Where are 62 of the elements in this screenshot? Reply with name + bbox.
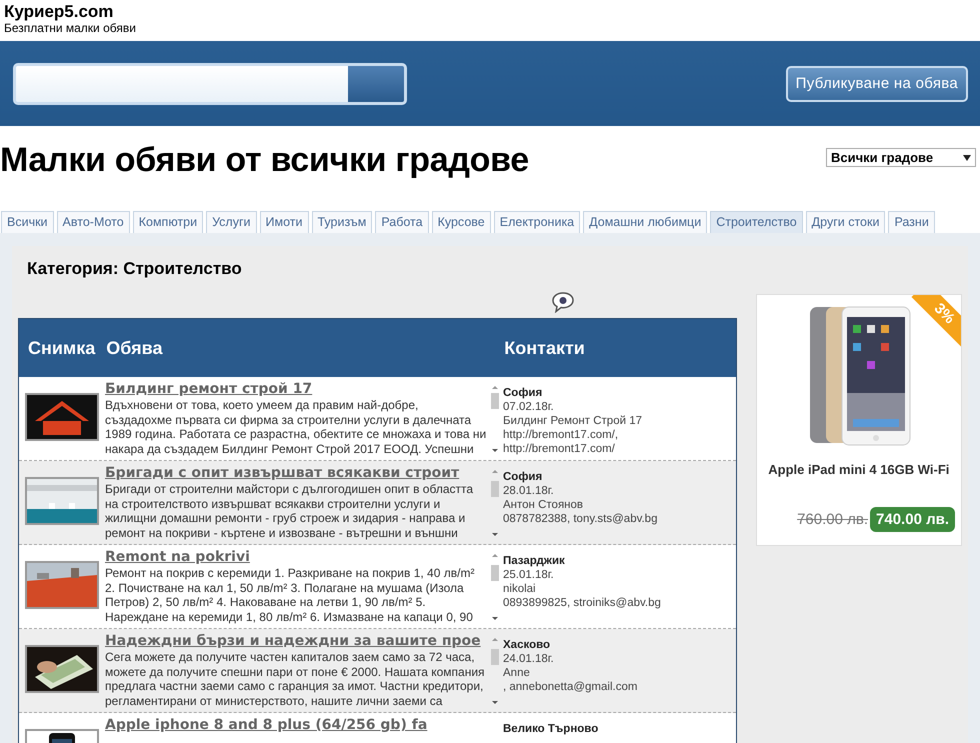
contact-text: 07.02.18г. [503, 400, 555, 414]
city-label: Велико Търново [503, 722, 598, 736]
ad-description: Ремонт на покрив с керемиди 1. Разкриване на покрив 1, 40 лв/m² 2. Почистване на кал 1, 50 лв/m² 3. Полагане на мушама (Изола Петров) 2, 50 лв/m² 4. Наковаване на летви 1, 90 лв/m² 5. Нареждане на керемиди 1, 80 лв/m² 6. Измазване на капаци 0, 90 [105, 566, 476, 624]
publish-button[interactable]: Публикуване на обява [786, 66, 968, 102]
ad-title-link[interactable]: Remont na pokrivi [105, 548, 487, 566]
ad-title-link[interactable]: Билдинг ремонт строй 17 [105, 380, 487, 398]
category-tab[interactable]: Компютри [132, 211, 204, 233]
price-badge: 740.00 лв. [870, 507, 955, 532]
column-header: Обява [106, 338, 164, 358]
category-tab[interactable]: Други стоки [806, 211, 886, 233]
scrollbar[interactable] [489, 635, 501, 707]
discount-ribbon: 3% [911, 295, 961, 347]
ad-title-link[interactable]: Apple iphone 8 and 8 plus (64/256 gb) fa [105, 716, 487, 734]
category-tab[interactable]: Електроника [494, 211, 580, 233]
category-tab[interactable]: Всички [1, 211, 54, 233]
contact-text: 25.01.18г. [503, 568, 555, 582]
ad-description: Вдъхновени от това, което умеем да правим най-добре, създадохме първата си фирма за строителни услуги в далечната 1989 година. Работата се разрастна, обектите се множаха и това ни накара да създадем Билдинг Ремонт Строй 2017 ЕООД. Успешни [105, 398, 487, 456]
caret-icon [963, 155, 971, 161]
old-price: 760.00 лв. [797, 511, 868, 528]
search-field[interactable] [13, 62, 407, 104]
site-tagline: Безплатни малки обяви [4, 22, 136, 35]
ad-description: Бригади от строителни майстори с дългогодишен опит в областта на строителството извършват всякакви строителни услуги и жилищни домашни ремонти - груб строеж и зидария - направа и ремонт на покриви - къртене и извозване - вътрешни и външни [105, 482, 474, 540]
contact-text: 0878782388, tony.sts@abv.bg [503, 512, 658, 526]
contact-text: Билдинг Ремонт Строй 17 [503, 414, 642, 428]
city-select[interactable]: Всички градове [826, 148, 976, 167]
ad-title-link[interactable]: Бригади с опит извършват всякакви строит [105, 464, 487, 482]
contact-text: Anne [503, 666, 531, 680]
search-button[interactable] [348, 66, 404, 102]
product-title: Apple iPad mini 4 16GB Wi-Fi [768, 462, 950, 477]
contact-text: 0893899825, stroiniks@abv.bg [503, 596, 661, 610]
site-logo[interactable]: Куриер5.com [4, 3, 114, 21]
city-label: Пазарджик [503, 554, 566, 568]
column-header: Контакти [504, 338, 585, 358]
scrollbar[interactable] [489, 551, 501, 623]
category-tab[interactable]: Имоти [260, 211, 308, 233]
contact-text: , annebonetta@gmail.com [503, 680, 638, 694]
contact-text: 28.01.18г. [503, 484, 555, 498]
city-label: София [503, 386, 544, 400]
ad-description: Сега можете да получите частен капиталов заем само за 72 часа, можете да получите спешни пари от поне € 2000. Нашата компания предлага частни заеми само с гаранция за имот. Частни кредитори, регламентирани от министерството, нашите лични заеми са [105, 650, 486, 708]
ad-title-link[interactable]: Надеждни бързи и надеждни за вашите прое [105, 632, 487, 650]
category-title: Категория: Строителство [27, 259, 243, 279]
category-tab[interactable]: Услуги [206, 211, 257, 233]
contact-text: http://bremont17.com/, [503, 428, 620, 442]
contact-text: Антон Стоянов [503, 498, 584, 512]
speech-bubble-icon[interactable] [550, 291, 575, 313]
category-tab[interactable]: Домашни любимци [583, 211, 708, 233]
city-label: Хасково [503, 638, 552, 652]
scrollbar[interactable] [489, 383, 501, 455]
category-tab[interactable]: Туризъм [312, 211, 372, 233]
city-label: София [503, 470, 544, 484]
contact-text: nikolai [503, 582, 537, 596]
category-tab[interactable]: Авто-Мото [56, 211, 130, 233]
product-ad-card[interactable]: 3% Apple iPad mini 4 16GB Wi-Fi 760.00 лв. 740.00 лв. [756, 294, 962, 546]
column-header: Снимка [28, 338, 96, 358]
contact-text: http://bremont17.com/ [503, 442, 616, 456]
contact-text: 24.01.18г. [503, 652, 555, 666]
category-tab[interactable]: Работа [375, 211, 429, 233]
category-tab[interactable]: Разни [888, 211, 935, 233]
category-tab[interactable]: Курсове [432, 211, 491, 233]
category-tab[interactable]: Строителство [710, 211, 803, 233]
scrollbar[interactable] [489, 467, 501, 539]
page-heading: Малки обяви от всички градове [0, 140, 529, 180]
